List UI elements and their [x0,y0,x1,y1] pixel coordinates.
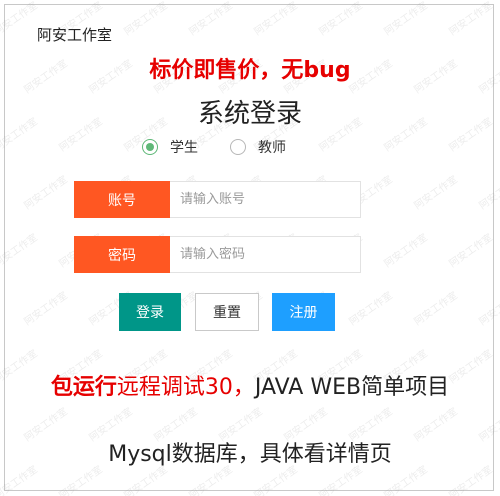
role-student-label: 学生 [170,140,198,156]
login-button[interactable]: 登录 [119,293,181,331]
role-student-option[interactable]: 学生 [142,137,198,157]
footer-promo-line1: 包运行远程调试30，JAVA WEB简单项目 [20,372,480,404]
account-label: 账号 [74,181,170,218]
register-button[interactable]: 注册 [272,293,335,331]
password-input[interactable] [170,236,361,273]
footer-red-text: 远程调试30， [116,375,255,400]
role-teacher-label: 教师 [258,140,286,156]
footer-bold-text: 包运行 [50,375,117,400]
role-teacher-option[interactable]: 教师 [230,137,286,157]
reset-button[interactable]: 重置 [195,293,259,331]
password-field: 密码 [74,236,361,273]
radio-unchecked-icon[interactable] [230,139,246,155]
page-title: 系统登录 [197,99,302,129]
account-field: 账号 [74,181,361,218]
footer-promo-line2: Mysql数据库，具体看详情页 [108,442,392,467]
password-label: 密码 [74,236,170,273]
promo-banner: 标价即售价，无bug [149,58,351,83]
radio-checked-icon[interactable] [142,139,158,155]
footer-rest-text: JAVA WEB简单项目 [254,375,450,400]
account-input[interactable] [170,181,361,218]
studio-name: 阿安工作室 [37,26,113,44]
